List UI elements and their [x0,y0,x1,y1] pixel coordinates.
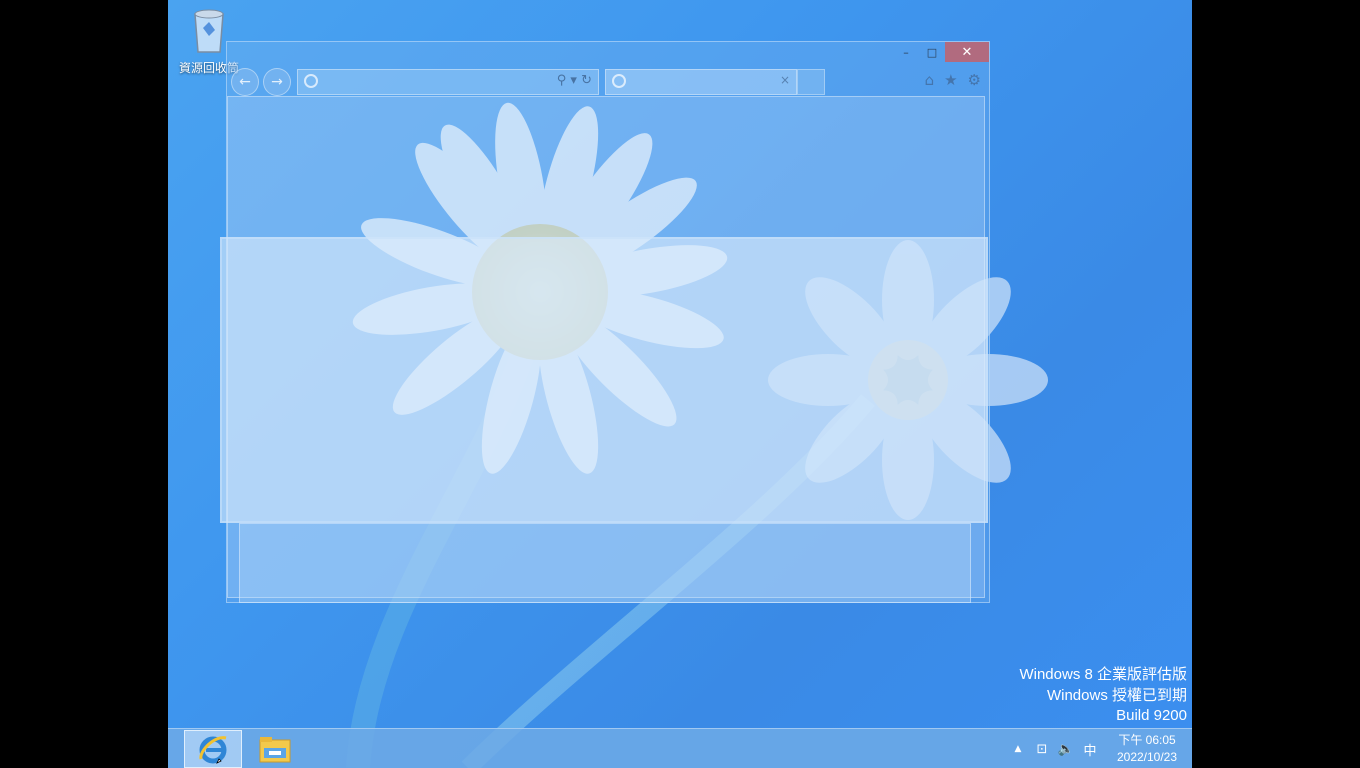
watermark-build: Build 9200 [1116,707,1187,724]
command-icons: ⌂ ★ ⚙ [925,71,981,89]
forward-button[interactable]: → [263,68,291,96]
clock-time: 下午 06:05 [1118,733,1176,747]
browser-tab[interactable]: × [605,69,797,95]
taskbar: ▲ ⊡ 🔈 中 下午 06:05 2022/10/23 [168,728,1192,768]
internet-explorer-icon [199,736,227,764]
close-button[interactable]: ✕ [945,42,989,62]
tools-gear-icon[interactable]: ⚙ [968,71,981,89]
clock-date: 2022/10/23 [1116,750,1178,764]
windows-watermark: Windows 8 企業版評估版 Windows 授權已到期 Build 920… [1019,665,1187,727]
window-animation-overlay-lower [239,523,971,603]
favorites-star-icon[interactable]: ★ [944,71,957,89]
desktop[interactable]: 資源回收筒 – □ ✕ ← → ⚲ ▾ ↻ × ⌂ ★ ⚙ Windows 8 … [168,0,1192,768]
show-hidden-icons-button[interactable]: ▲ [1006,729,1030,768]
ie-page-icon [304,74,318,88]
watermark-license: Windows 授權已到期 [1046,686,1187,704]
window-animation-overlay [220,237,988,523]
address-bar[interactable]: ⚲ ▾ ↻ [297,69,599,95]
home-icon[interactable]: ⌂ [925,71,935,89]
input-method-indicator[interactable]: 中 [1078,729,1102,768]
maximize-button[interactable]: □ [919,42,945,62]
taskbar-file-explorer[interactable] [246,730,304,768]
minimize-button[interactable]: – [893,42,919,62]
search-refresh-icons[interactable]: ⚲ ▾ ↻ [557,73,592,88]
folder-icon [259,737,291,763]
tab-favicon-icon [612,74,626,88]
clock[interactable]: 下午 06:05 2022/10/23 [1102,732,1192,766]
navigation-bar: ← → ⚲ ▾ ↻ × ⌂ ★ ⚙ [227,68,989,96]
new-tab-button[interactable] [797,69,825,95]
taskbar-internet-explorer[interactable] [184,730,242,768]
window-controls: – □ ✕ [893,42,989,62]
tab-close-icon[interactable]: × [780,73,790,87]
network-icon[interactable]: ⊡ [1030,729,1054,768]
notification-area: ▲ ⊡ 🔈 中 下午 06:05 2022/10/23 [1006,729,1192,768]
back-button[interactable]: ← [231,68,259,96]
volume-icon[interactable]: 🔈 [1054,729,1078,768]
recycle-bin-icon [194,9,224,53]
watermark-edition: Windows 8 企業版評估版 [1019,666,1187,683]
